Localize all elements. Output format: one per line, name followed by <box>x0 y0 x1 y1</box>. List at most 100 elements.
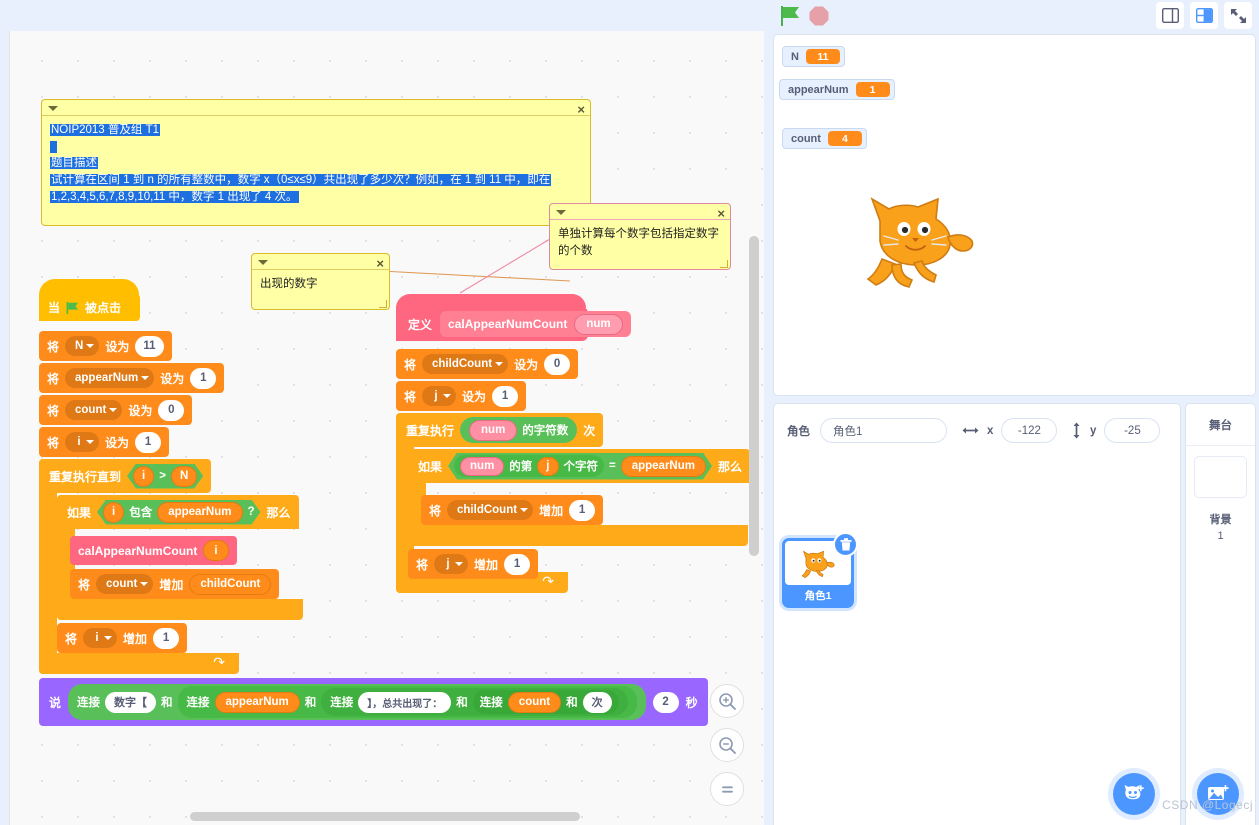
value-input-change-i[interactable]: 1 <box>153 627 180 649</box>
repeat-times-block[interactable]: 重复执行 num 的字符数 次 <box>396 413 604 447</box>
monitor-count[interactable]: count 4 <box>782 128 867 149</box>
change-j-block[interactable]: 将 j 增加 1 <box>408 549 539 579</box>
zoom-out-button[interactable] <box>710 728 744 762</box>
argument-i[interactable]: i <box>203 540 229 561</box>
monitor-appearNum[interactable]: appearNum 1 <box>779 79 895 100</box>
variable-dropdown-appearNum[interactable]: appearNum <box>65 368 155 388</box>
variable-dropdown-j[interactable]: j <box>434 554 469 574</box>
code-workspace[interactable]: × NOIP2013 普及组 T1 题目描述 试计算在区间 1 到 n 的所有整… <box>9 31 764 825</box>
if-then-block[interactable]: 如果 i 包含 appearNum ? 那么 <box>57 495 299 529</box>
sprite-name-input[interactable]: 角色1 <box>820 418 947 443</box>
length-of-operator[interactable]: num 的字符数 <box>460 417 578 443</box>
variable-i[interactable]: i <box>103 502 124 523</box>
stage-panel-header[interactable]: 舞台 <box>1186 404 1255 446</box>
comment-definition[interactable]: × 单独计算每个数字包括指定数字的个数 <box>549 203 731 270</box>
variable-N[interactable]: N <box>171 466 197 487</box>
workspace-horizontal-scrollbar[interactable] <box>190 812 580 821</box>
parameter-num[interactable]: num <box>469 419 518 441</box>
comment-delete-icon[interactable]: × <box>717 205 725 224</box>
value-input-childCount-change[interactable]: 1 <box>569 499 596 521</box>
greater-than-operator[interactable]: i > N <box>127 464 203 489</box>
value-input-change-j[interactable]: 1 <box>504 553 531 575</box>
y-input[interactable]: -25 <box>1104 418 1161 443</box>
workspace-vertical-scrollbar[interactable] <box>749 236 759 556</box>
value-input-i[interactable]: 1 <box>135 431 162 453</box>
variable-appearNum[interactable]: appearNum <box>214 691 300 713</box>
variable-childCount[interactable]: childCount <box>189 573 272 595</box>
variable-dropdown-count[interactable]: count <box>65 400 123 420</box>
variable-dropdown-childCount[interactable]: childCount <box>422 354 509 374</box>
variable-appearNum[interactable]: appearNum <box>621 456 706 477</box>
sprite-cat-on-stage[interactable] <box>862 185 977 293</box>
sprite-card-角色1[interactable]: 角色1 <box>782 532 858 608</box>
value-input-j[interactable]: 1 <box>492 385 519 407</box>
comment-number[interactable]: × 出现的数字 <box>251 253 390 310</box>
change-childCount-block[interactable]: 将 childCount 增加 1 <box>421 495 604 525</box>
value-input-N[interactable]: 11 <box>135 335 164 357</box>
variable-appearNum[interactable]: appearNum <box>157 502 242 523</box>
stage-canvas[interactable]: N 11 appearNum 1 count 4 <box>773 34 1256 396</box>
call-calAppearNumCount-block[interactable]: calAppearNumCount i <box>70 536 237 565</box>
if-then-block-def[interactable]: 如果 num 的第 j 个字符 = appearNum 那么 <box>408 449 751 483</box>
comment-collapse-icon[interactable] <box>48 106 58 111</box>
comment-delete-icon[interactable]: × <box>376 255 384 274</box>
value-input-count[interactable]: 0 <box>158 399 185 421</box>
comment-delete-icon[interactable]: × <box>577 101 585 120</box>
fullscreen-button[interactable] <box>1224 2 1252 29</box>
variable-dropdown-i[interactable]: i <box>83 628 118 648</box>
say-text-2[interactable]: 】，总共出现了： <box>358 691 452 713</box>
join-outer-1[interactable]: 连接 数字【 和 连接 appearNum 和 连接 】，总共出现了： 和 连接… <box>68 684 646 720</box>
stop-button[interactable] <box>808 5 830 27</box>
stage-selector-panel[interactable]: 舞台 背景 1 <box>1185 403 1256 825</box>
join-outer-3[interactable]: 连接 】，总共出现了： 和 连接 count 和 次 <box>321 688 628 716</box>
comment-main[interactable]: × NOIP2013 普及组 T1 题目描述 试计算在区间 1 到 n 的所有整… <box>41 99 591 226</box>
say-text-1[interactable]: 数字【 <box>105 691 157 713</box>
value-input-childCount[interactable]: 0 <box>544 353 571 375</box>
sprite-list-panel[interactable]: 角色1 <box>773 443 1181 825</box>
value-input-appearNum[interactable]: 1 <box>190 367 217 389</box>
parameter-num[interactable]: num <box>460 457 504 476</box>
variable-dropdown-i[interactable]: i <box>65 432 100 452</box>
variable-j[interactable]: j <box>537 457 558 476</box>
change-i-block[interactable]: 将 i 增加 1 <box>57 623 188 653</box>
say-for-seconds-block[interactable]: 说 连接 数字【 和 连接 appearNum 和 连接 】，总共出现了： 和 … <box>39 678 708 726</box>
define-block[interactable]: 定义 calAppearNumCount num <box>396 294 631 341</box>
set-variable-count-block[interactable]: 将 count 设为 0 <box>39 395 193 425</box>
set-variable-N-block[interactable]: 将 N 设为 11 <box>39 331 172 361</box>
change-count-block[interactable]: 将 count 增加 childCount <box>70 569 280 599</box>
small-stage-button[interactable] <box>1156 2 1184 29</box>
green-flag-button[interactable] <box>777 3 803 29</box>
say-text-3[interactable]: 次 <box>582 691 612 713</box>
equals-operator[interactable]: num 的第 j 个字符 = appearNum <box>448 453 712 480</box>
contains-operator[interactable]: i 包含 appearNum ? <box>97 500 261 525</box>
set-variable-childCount-block[interactable]: 将 childCount 设为 0 <box>396 349 579 379</box>
add-sprite-button[interactable] <box>1113 773 1155 815</box>
set-variable-i-block[interactable]: 将 i 设为 1 <box>39 427 170 457</box>
backdrop-thumbnail[interactable] <box>1194 456 1247 498</box>
seconds-input[interactable]: 2 <box>652 691 679 713</box>
variable-dropdown-count[interactable]: count <box>96 574 154 594</box>
set-variable-appearNum-block[interactable]: 将 appearNum 设为 1 <box>39 363 225 393</box>
variable-dropdown-j[interactable]: j <box>422 386 457 406</box>
variable-i[interactable]: i <box>133 466 154 487</box>
delete-sprite-button[interactable] <box>833 532 858 557</box>
parameter-num[interactable]: num <box>574 313 623 335</box>
when-flag-clicked-block[interactable]: 当 被点击 <box>39 279 140 321</box>
letter-of-operator[interactable]: num 的第 j 个字符 <box>454 455 604 477</box>
comment-collapse-icon[interactable] <box>258 260 268 265</box>
comment-resize-handle[interactable] <box>379 300 387 308</box>
comment-collapse-icon[interactable] <box>556 210 566 215</box>
variable-count[interactable]: count <box>507 691 562 713</box>
join-outer-2[interactable]: 连接 appearNum 和 连接 】，总共出现了： 和 连接 count 和 … <box>177 686 637 718</box>
add-backdrop-button[interactable] <box>1197 773 1239 815</box>
repeat-until-block[interactable]: 重复执行直到 i > N <box>39 459 212 493</box>
set-variable-j-block[interactable]: 将 j 设为 1 <box>396 381 527 411</box>
join-outer-4[interactable]: 连接 count 和 次 <box>472 690 619 714</box>
comment-resize-handle[interactable] <box>720 260 728 268</box>
monitor-N[interactable]: N 11 <box>782 46 845 67</box>
variable-dropdown-childCount[interactable]: childCount <box>447 500 534 520</box>
variable-dropdown-N[interactable]: N <box>65 336 100 356</box>
zoom-reset-button[interactable] <box>710 772 744 806</box>
zoom-in-button[interactable] <box>710 684 744 718</box>
large-stage-button[interactable] <box>1190 2 1218 29</box>
